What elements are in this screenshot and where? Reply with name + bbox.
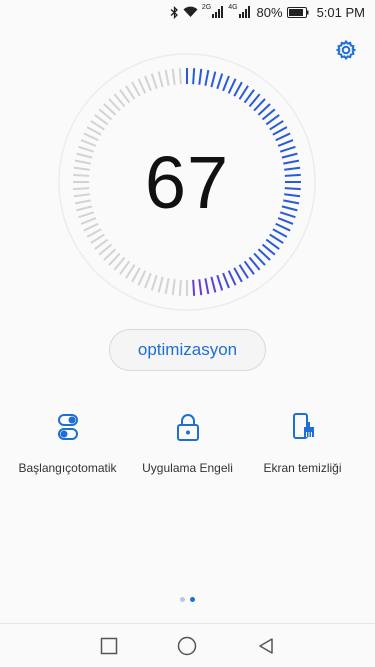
- feature-label: Ekran temizliği: [263, 461, 342, 475]
- score-value: 67: [144, 140, 230, 224]
- status-bar: 2G 4G 80% 5:01 PM: [0, 0, 375, 24]
- network-2g-label: 2G: [201, 3, 212, 11]
- recent-apps-button[interactable]: [97, 634, 121, 658]
- navigation-bar: [0, 623, 375, 667]
- network-4g-label: 4G: [228, 3, 238, 11]
- lock-icon: [173, 410, 203, 444]
- home-button[interactable]: [175, 634, 199, 658]
- optimize-button[interactable]: optimizasyon: [109, 329, 266, 371]
- optimization-dial: 67: [57, 52, 317, 312]
- feature-label: Başlangıçotomatik: [18, 461, 117, 475]
- optimize-button-label: optimizasyon: [137, 340, 238, 359]
- wifi-icon: [183, 6, 198, 18]
- back-button[interactable]: [254, 634, 278, 658]
- feature-screen-clean[interactable]: Ekran temizliği: [240, 410, 365, 476]
- feature-startup-auto[interactable]: Başlangıçotomatik: [5, 410, 130, 476]
- signal-icon: [212, 6, 224, 18]
- feature-app-lock[interactable]: Uygulama Engeli: [125, 410, 250, 476]
- battery-icon: [286, 6, 309, 18]
- phone-clean-icon: [288, 410, 318, 444]
- bluetooth-icon: [170, 5, 179, 19]
- triangle-back-icon: [259, 637, 273, 654]
- square-icon: [100, 637, 118, 654]
- battery-percent: 80%: [256, 4, 283, 20]
- page-dot[interactable]: [180, 597, 185, 602]
- clock: 5:01 PM: [316, 4, 365, 20]
- feature-label: Uygulama Engeli: [142, 461, 233, 475]
- settings-gear-icon[interactable]: [335, 39, 357, 61]
- circle-icon: [178, 636, 197, 655]
- toggle-icon: [53, 410, 83, 444]
- signal-icon: [238, 6, 251, 18]
- page-indicator: [0, 597, 375, 602]
- page-dot-active[interactable]: [190, 597, 195, 602]
